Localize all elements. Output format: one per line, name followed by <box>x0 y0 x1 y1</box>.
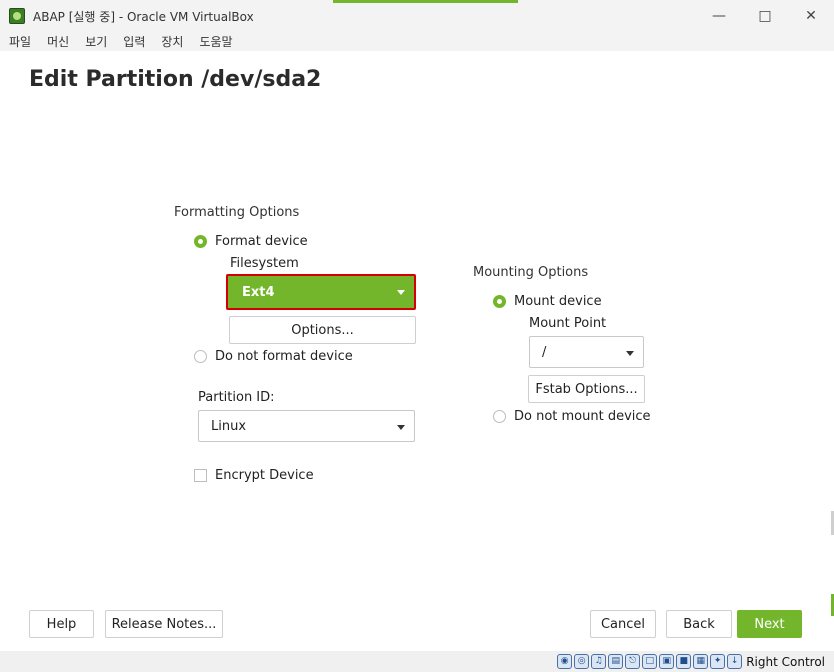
display-icon[interactable]: ▣ <box>659 654 675 669</box>
vm-status-bar: ◉ ◎ ♫ ▤ ⎋ □ ▣ ■ ▦ ✦ ↓ Right Control <box>0 651 834 672</box>
menu-machine[interactable]: 머신 <box>47 33 69 50</box>
partition-id-select[interactable]: Linux <box>198 410 415 442</box>
hard-disk-icon[interactable]: ◉ <box>557 654 573 669</box>
titlebar-accent <box>333 0 518 3</box>
maximize-button[interactable]: □ <box>742 0 788 32</box>
usb-icon[interactable]: ⎋ <box>625 654 641 669</box>
host-key-label: Right Control <box>746 654 825 669</box>
window-title: ABAP [실행 중] - Oracle VM VirtualBox <box>33 9 254 24</box>
minimize-button[interactable]: — <box>696 0 742 32</box>
filesystem-value: Ext4 <box>242 284 275 300</box>
help-button[interactable]: Help <box>29 610 94 638</box>
release-notes-button[interactable]: Release Notes... <box>105 610 223 638</box>
do-not-mount-label: Do not mount device <box>514 409 651 424</box>
format-options-button[interactable]: Options... <box>229 316 416 344</box>
audio-icon[interactable]: ♫ <box>591 654 607 669</box>
filesystem-label: Filesystem <box>230 256 299 271</box>
network-icon[interactable]: ▤ <box>608 654 624 669</box>
filesystem-select[interactable]: Ext4 <box>226 274 416 310</box>
partition-id-value: Linux <box>211 418 247 434</box>
menu-devices[interactable]: 장치 <box>161 33 183 50</box>
close-button[interactable]: ✕ <box>788 0 834 32</box>
menu-help[interactable]: 도움말 <box>199 33 232 50</box>
encrypt-device-label: Encrypt Device <box>215 468 314 483</box>
window-controls: — □ ✕ <box>696 0 834 32</box>
recording-icon[interactable]: ■ <box>676 654 692 669</box>
mount-device-radio[interactable] <box>493 295 506 308</box>
menu-bar: 파일 머신 보기 입력 장치 도움말 <box>0 32 834 51</box>
optical-drive-icon[interactable]: ◎ <box>574 654 590 669</box>
chevron-down-icon <box>397 425 405 430</box>
back-button[interactable]: Back <box>666 610 732 638</box>
installer-content: Edit Partition /dev/sda2 Formatting Opti… <box>0 51 834 651</box>
mount-point-label: Mount Point <box>529 316 607 331</box>
mount-point-select[interactable]: / <box>529 336 644 368</box>
encrypt-device-row[interactable]: Encrypt Device <box>194 468 314 483</box>
menu-view[interactable]: 보기 <box>85 33 107 50</box>
do-not-mount-radio-row[interactable]: Do not mount device <box>493 409 651 424</box>
menu-input[interactable]: 입력 <box>123 33 145 50</box>
formatting-options-heading: Formatting Options <box>174 205 300 220</box>
format-device-radio[interactable] <box>194 235 207 248</box>
menu-file[interactable]: 파일 <box>9 33 31 50</box>
mount-device-label: Mount device <box>514 294 602 309</box>
do-not-format-radio-row[interactable]: Do not format device <box>194 349 353 364</box>
chevron-down-icon <box>397 290 405 295</box>
format-device-label: Format device <box>215 234 308 249</box>
mounting-options-heading: Mounting Options <box>473 265 589 280</box>
keyboard-icon[interactable]: ↓ <box>727 654 743 669</box>
status-tray: ◉ ◎ ♫ ▤ ⎋ □ ▣ ■ ▦ ✦ ↓ Right Control <box>557 653 825 670</box>
virtualbox-app-icon <box>9 8 25 24</box>
cpu-icon[interactable]: ▦ <box>693 654 709 669</box>
cancel-button[interactable]: Cancel <box>590 610 656 638</box>
mouse-integration-icon[interactable]: ✦ <box>710 654 726 669</box>
fstab-options-button[interactable]: Fstab Options... <box>528 375 645 403</box>
shared-folder-icon[interactable]: □ <box>642 654 658 669</box>
chevron-down-icon <box>626 351 634 356</box>
do-not-format-radio[interactable] <box>194 350 207 363</box>
encrypt-device-checkbox[interactable] <box>194 469 207 482</box>
next-button[interactable]: Next <box>737 610 802 638</box>
partition-id-label: Partition ID: <box>198 390 275 405</box>
page-title: Edit Partition /dev/sda2 <box>29 67 322 92</box>
format-device-radio-row[interactable]: Format device <box>194 234 308 249</box>
window-titlebar: ABAP [실행 중] - Oracle VM VirtualBox — □ ✕ <box>0 0 834 32</box>
mount-device-radio-row[interactable]: Mount device <box>493 294 602 309</box>
do-not-mount-radio[interactable] <box>493 410 506 423</box>
mount-point-value: / <box>542 344 547 360</box>
do-not-format-label: Do not format device <box>215 349 353 364</box>
